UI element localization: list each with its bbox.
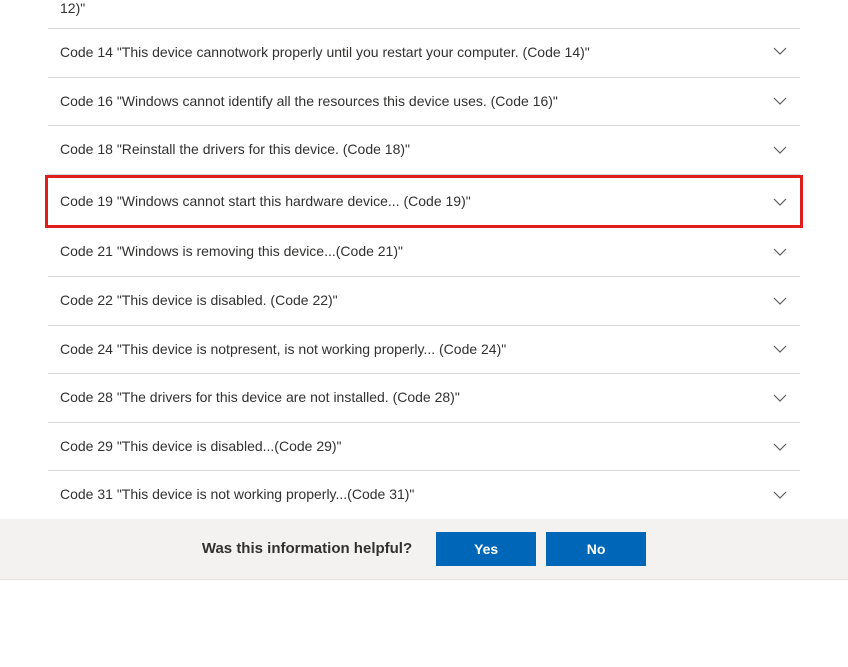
chevron-down-icon (772, 293, 788, 309)
accordion-item-code-24[interactable]: Code 24 "This device is notpresent, is n… (48, 326, 800, 375)
accordion-label: Code 29 "This device is disabled...(Code… (60, 437, 772, 457)
feedback-no-button[interactable]: No (546, 532, 646, 566)
chevron-down-icon (772, 142, 788, 158)
accordion-item-code-21[interactable]: Code 21 "Windows is removing this device… (48, 228, 800, 277)
feedback-prompt: Was this information helpful? (202, 540, 412, 557)
accordion-label: Code 24 "This device is notpresent, is n… (60, 340, 772, 360)
accordion-label: Code 18 "Reinstall the drivers for this … (60, 140, 772, 160)
feedback-buttons: Yes No (436, 532, 646, 566)
accordion-label: Code 19 "Windows cannot start this hardw… (60, 192, 772, 212)
accordion-list: 12)" Code 14 "This device cannotwork pro… (0, 0, 848, 520)
accordion-label: Code 14 "This device cannotwork properly… (60, 43, 772, 63)
partial-top-item: 12)" (48, 0, 800, 29)
chevron-down-icon (772, 439, 788, 455)
accordion-item-code-29[interactable]: Code 29 "This device is disabled...(Code… (48, 423, 800, 472)
chevron-down-icon (772, 244, 788, 260)
accordion-item-code-16[interactable]: Code 16 "Windows cannot identify all the… (48, 78, 800, 127)
accordion-item-code-22[interactable]: Code 22 "This device is disabled. (Code … (48, 277, 800, 326)
partial-top-text: 12)" (60, 0, 85, 16)
chevron-down-icon (772, 93, 788, 109)
accordion-item-code-19[interactable]: Code 19 "Windows cannot start this hardw… (45, 175, 803, 229)
chevron-down-icon (772, 487, 788, 503)
accordion-label: Code 21 "Windows is removing this device… (60, 242, 772, 262)
feedback-bar: Was this information helpful? Yes No (0, 519, 848, 580)
accordion-item-code-14[interactable]: Code 14 "This device cannotwork properly… (48, 29, 800, 78)
accordion-item-code-18[interactable]: Code 18 "Reinstall the drivers for this … (48, 126, 800, 175)
accordion-label: Code 22 "This device is disabled. (Code … (60, 291, 772, 311)
accordion-label: Code 31 "This device is not working prop… (60, 485, 772, 505)
accordion-label: Code 16 "Windows cannot identify all the… (60, 92, 772, 112)
accordion-item-code-28[interactable]: Code 28 "The drivers for this device are… (48, 374, 800, 423)
feedback-yes-button[interactable]: Yes (436, 532, 536, 566)
accordion-item-code-31[interactable]: Code 31 "This device is not working prop… (48, 471, 800, 520)
chevron-down-icon (772, 194, 788, 210)
accordion-label: Code 28 "The drivers for this device are… (60, 388, 772, 408)
chevron-down-icon (772, 341, 788, 357)
chevron-down-icon (772, 43, 788, 59)
chevron-down-icon (772, 390, 788, 406)
